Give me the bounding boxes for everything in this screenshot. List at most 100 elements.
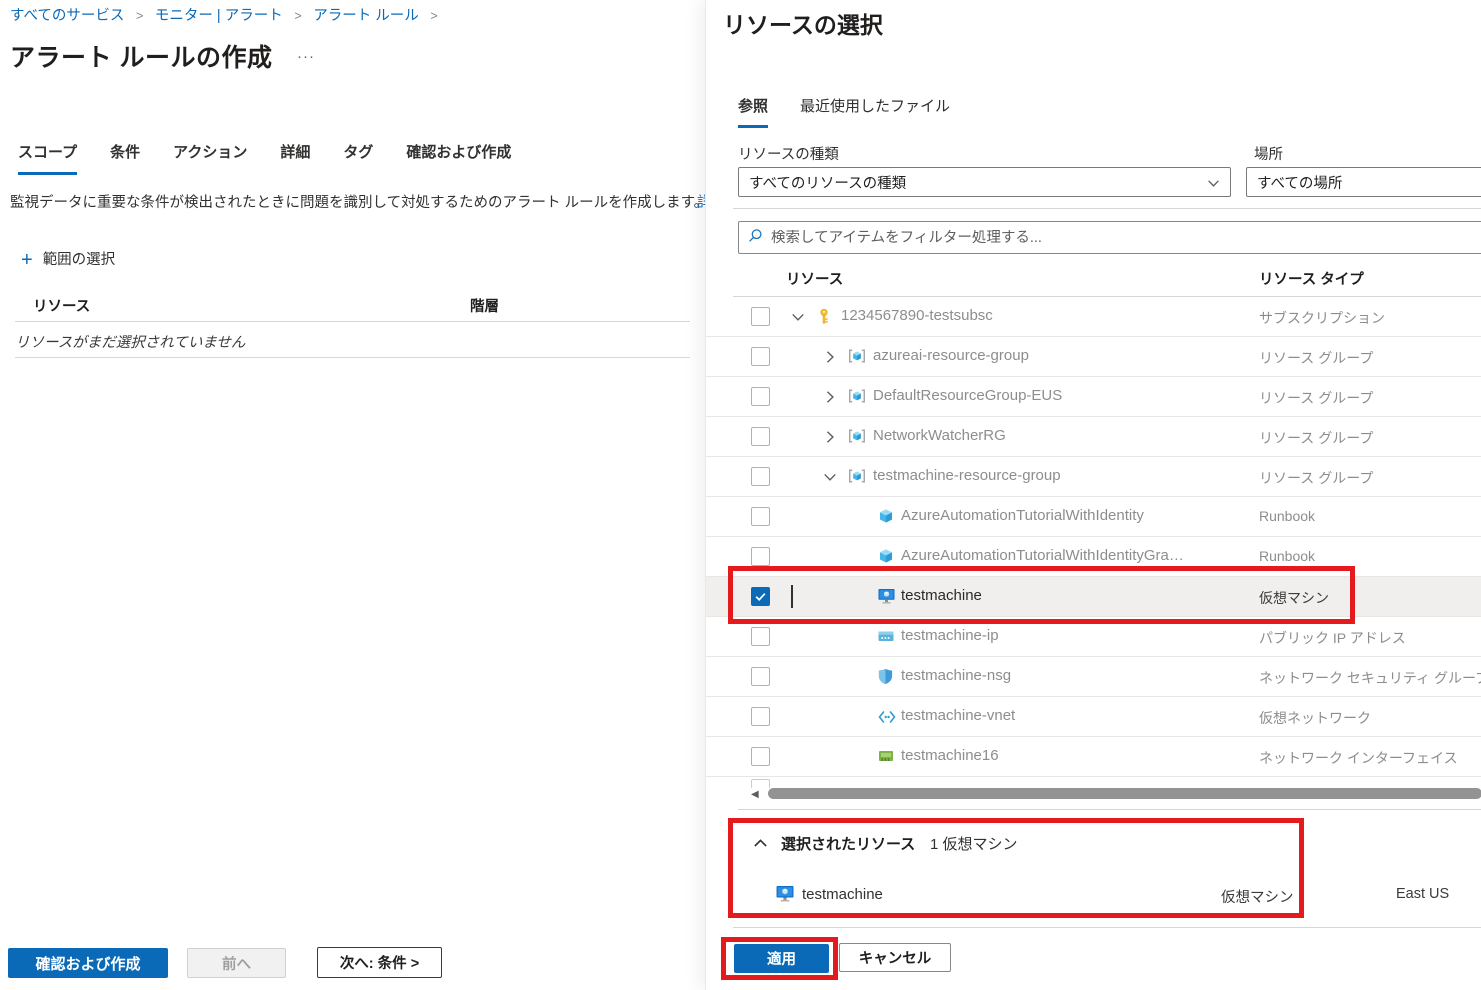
row-checkbox[interactable] <box>751 707 770 726</box>
chevron-up-icon[interactable] <box>753 836 768 856</box>
chevron-right-icon[interactable] <box>823 350 837 369</box>
table-row[interactable]: 1234567890-testsubsc サブスクリプション <box>706 297 1481 337</box>
resource-type: パブリック IP アドレス <box>1259 628 1406 648</box>
table-row[interactable]: testmachine-resource-group リソース グループ <box>706 457 1481 497</box>
resource-type-dropdown[interactable]: すべてのリソースの種類 <box>738 167 1231 197</box>
table-row-selected[interactable]: testmachine 仮想マシン <box>706 577 1481 617</box>
resource-type: Runbook <box>1259 508 1315 524</box>
resource-type: リソース グループ <box>1259 388 1373 408</box>
resource-type: リソース グループ <box>1259 468 1373 488</box>
next-condition-button[interactable]: 次へ: 条件 > <box>317 947 442 978</box>
vnet-icon <box>878 710 896 729</box>
resource-name[interactable]: AzureAutomationTutorialWithIdentityGra… <box>901 547 1184 564</box>
resource-name[interactable]: AzureAutomationTutorialWithIdentity <box>901 507 1144 524</box>
row-checkbox[interactable] <box>751 667 770 686</box>
chevron-right-icon[interactable] <box>823 430 837 449</box>
panel-tabs: 参照 最近使用したファイル <box>738 95 950 128</box>
row-checkbox-checked[interactable] <box>751 587 770 606</box>
breadcrumb-all-services[interactable]: すべてのサービス <box>10 8 124 24</box>
resource-name[interactable]: testmachine <box>901 587 982 604</box>
breadcrumb: すべてのサービス > モニター | アラート > アラート ルール > <box>10 4 445 25</box>
resource-name[interactable]: testmachine-nsg <box>901 667 1011 684</box>
previous-button[interactable]: 前へ <box>187 948 286 978</box>
chevron-down-icon[interactable] <box>823 470 837 489</box>
location-dropdown[interactable]: すべての場所 <box>1246 167 1481 197</box>
resource-search <box>738 221 1481 254</box>
tab-tags[interactable]: タグ <box>343 141 373 175</box>
divider <box>733 208 1481 209</box>
select-scope-command[interactable]: + 範囲の選択 <box>21 248 115 272</box>
column-header-resource: リソース <box>33 295 90 316</box>
select-scope-label: 範囲の選択 <box>43 252 116 268</box>
breadcrumb-separator: > <box>294 8 302 23</box>
nic-icon <box>878 748 894 769</box>
column-header-hierarchy: 階層 <box>470 295 499 316</box>
row-checkbox[interactable] <box>751 627 770 646</box>
table-row[interactable]: AzureAutomationTutorialWithIdentityGra… … <box>706 537 1481 577</box>
tab-details[interactable]: 詳細 <box>280 141 310 175</box>
selected-resources-count: 1 仮想マシン <box>930 833 1018 854</box>
resource-name[interactable]: 1234567890-testsubsc <box>841 307 993 324</box>
divider <box>15 321 690 322</box>
resource-name[interactable]: testmachine-resource-group <box>873 467 1061 484</box>
review-create-button[interactable]: 確認および作成 <box>8 948 168 978</box>
table-row[interactable]: NetworkWatcherRG リソース グループ <box>706 417 1481 457</box>
partial-row-checkbox <box>751 779 770 788</box>
row-checkbox[interactable] <box>751 387 770 406</box>
row-checkbox[interactable] <box>751 507 770 526</box>
row-checkbox[interactable] <box>751 307 770 326</box>
runbook-icon <box>878 548 894 569</box>
select-resource-panel: リソースの選択 参照 最近使用したファイル リソースの種類 すべてのリソースの種… <box>705 0 1481 990</box>
resource-name[interactable]: testmachine-vnet <box>901 707 1015 724</box>
panel-title: リソースの選択 <box>723 6 883 40</box>
apply-button[interactable]: 適用 <box>734 944 829 973</box>
tab-review-create[interactable]: 確認および作成 <box>406 141 511 175</box>
search-input[interactable] <box>771 230 1481 246</box>
tab-browse[interactable]: 参照 <box>738 95 768 128</box>
resource-group-icon <box>848 468 866 489</box>
row-checkbox[interactable] <box>751 747 770 766</box>
tab-condition[interactable]: 条件 <box>110 141 140 175</box>
table-row[interactable]: DefaultResourceGroup-EUS リソース グループ <box>706 377 1481 417</box>
resource-name[interactable]: DefaultResourceGroup-EUS <box>873 387 1062 404</box>
vm-icon <box>878 588 895 610</box>
key-icon <box>816 308 832 330</box>
table-row[interactable]: testmachine-vnet 仮想ネットワーク <box>706 697 1481 737</box>
tab-recent[interactable]: 最近使用したファイル <box>800 95 950 128</box>
table-row[interactable]: AzureAutomationTutorialWithIdentity Runb… <box>706 497 1481 537</box>
selected-resource-type: 仮想マシン <box>1221 886 1294 907</box>
resource-name[interactable]: NetworkWatcherRG <box>873 427 1006 444</box>
resource-name[interactable]: azureai-resource-group <box>873 347 1029 364</box>
table-row[interactable]: testmachine16 ネットワーク インターフェイス <box>706 737 1481 777</box>
scrollbar-left-arrow-icon[interactable]: ◀ <box>751 789 759 800</box>
row-checkbox[interactable] <box>751 467 770 486</box>
breadcrumb-monitor-alerts[interactable]: モニター | アラート <box>155 8 283 24</box>
resource-type: ネットワーク セキュリティ グループ <box>1259 668 1481 688</box>
table-row[interactable]: testmachine-nsg ネットワーク セキュリティ グループ <box>706 657 1481 697</box>
row-checkbox[interactable] <box>751 347 770 366</box>
search-icon <box>748 228 763 248</box>
resource-name[interactable]: testmachine-ip <box>901 627 999 644</box>
tab-scope[interactable]: スコープ <box>18 141 77 175</box>
horizontal-scrollbar[interactable] <box>768 788 1481 799</box>
table-row[interactable]: azureai-resource-group リソース グループ <box>706 337 1481 377</box>
page-description: 監視データに重要な条件が検出されたときに問題を識別して対処するためのアラート ル… <box>10 191 705 212</box>
learn-more-link[interactable]: 詳細情報 <box>697 191 705 212</box>
divider <box>15 357 690 358</box>
table-row[interactable]: testmachine-ip パブリック IP アドレス <box>706 617 1481 657</box>
resource-type: サブスクリプション <box>1259 308 1385 328</box>
row-checkbox[interactable] <box>751 427 770 446</box>
plus-icon: + <box>21 249 33 271</box>
breadcrumb-alert-rules[interactable]: アラート ルール <box>313 8 419 24</box>
resource-type: リソース グループ <box>1259 348 1373 368</box>
chevron-down-icon[interactable] <box>791 310 805 329</box>
chevron-right-icon[interactable] <box>823 390 837 409</box>
tab-actions[interactable]: アクション <box>173 141 247 175</box>
ellipsis-icon[interactable]: ··· <box>297 48 315 65</box>
resource-group-icon <box>848 348 866 369</box>
create-alert-rule-page: すべてのサービス > モニター | アラート > アラート ルール > アラート… <box>0 0 705 990</box>
row-checkbox[interactable] <box>751 547 770 566</box>
resource-name[interactable]: testmachine16 <box>901 747 999 764</box>
runbook-icon <box>878 508 894 529</box>
cancel-button[interactable]: キャンセル <box>839 943 951 972</box>
